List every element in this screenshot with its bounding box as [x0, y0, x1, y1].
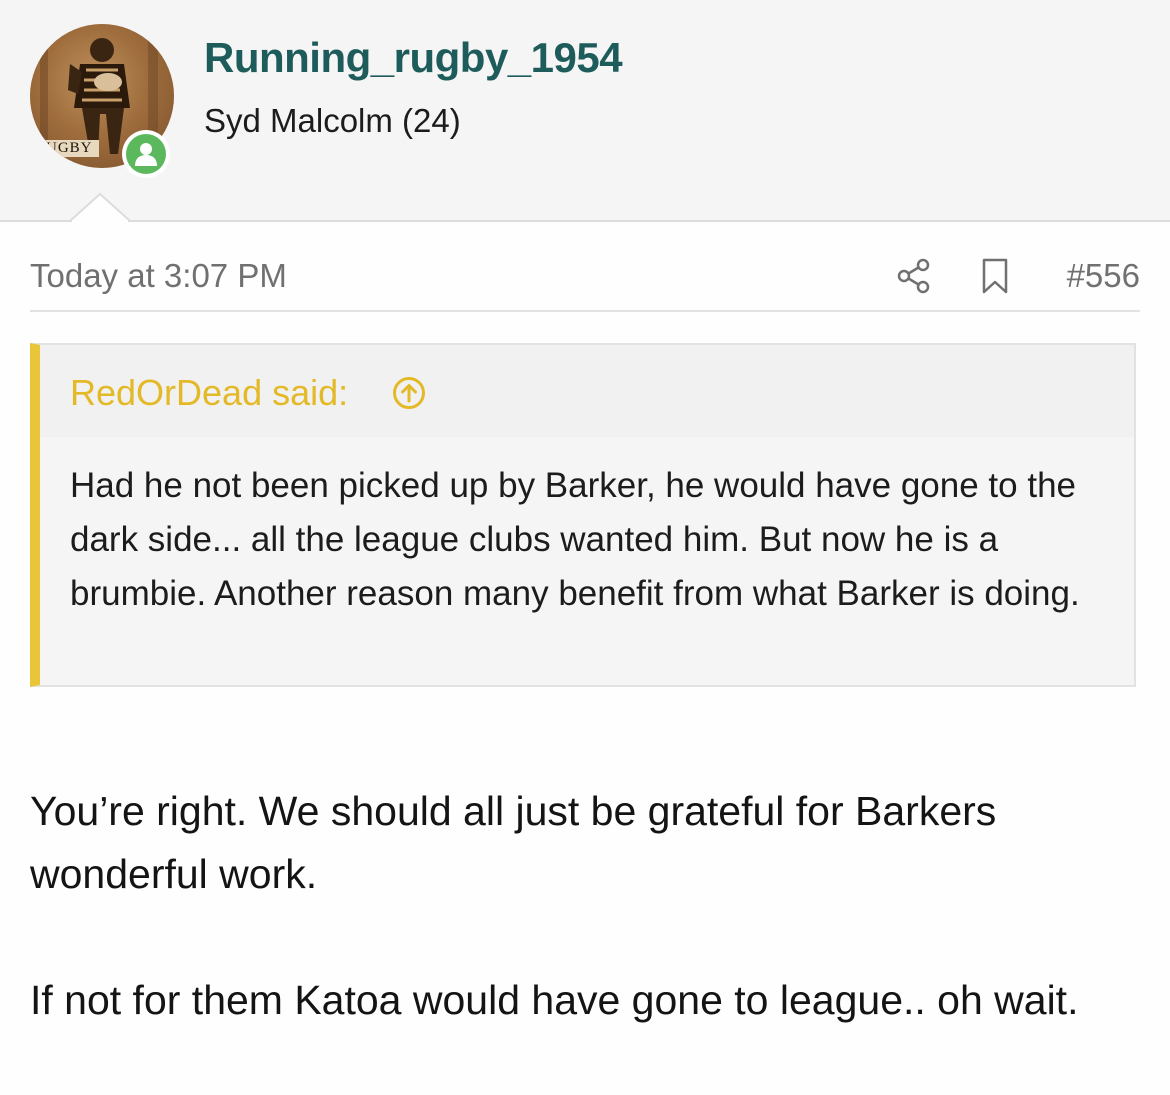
- username-link[interactable]: Running_rugby_1954: [204, 34, 623, 82]
- message-paragraph: You’re right. We should all just be grat…: [30, 788, 997, 897]
- quote-author-link[interactable]: RedOrDead said:: [70, 372, 348, 414]
- post-meta-bar: Today at 3:07 PM #556: [30, 240, 1140, 312]
- post-author-header: UGBY Running_rugby_1954 Syd Malcolm (24): [0, 0, 1170, 222]
- header-pointer-arrow: [70, 192, 130, 222]
- avatar-container[interactable]: UGBY: [30, 24, 176, 178]
- message-paragraph: If not for them Katoa would have gone to…: [30, 977, 1079, 1023]
- post-number-link[interactable]: #556: [1067, 257, 1140, 295]
- share-icon[interactable]: [896, 258, 932, 294]
- arrow-up-circle-icon[interactable]: [392, 376, 426, 410]
- quote-body-text: Had he not been picked up by Barker, he …: [70, 466, 1080, 613]
- post-message: You’re right. We should all just be grat…: [30, 780, 1130, 1095]
- bookmark-icon[interactable]: [982, 258, 1008, 294]
- avatar-caption: UGBY: [40, 140, 99, 157]
- quote-block: RedOrDead said: Had he not been picked u…: [30, 343, 1136, 687]
- online-status-badge: [122, 130, 170, 178]
- user-title: Syd Malcolm (24): [204, 102, 461, 139]
- user-icon: [135, 143, 157, 166]
- post-date-link[interactable]: Today at 3:07 PM: [30, 257, 287, 295]
- quote-header: RedOrDead said:: [40, 345, 1134, 437]
